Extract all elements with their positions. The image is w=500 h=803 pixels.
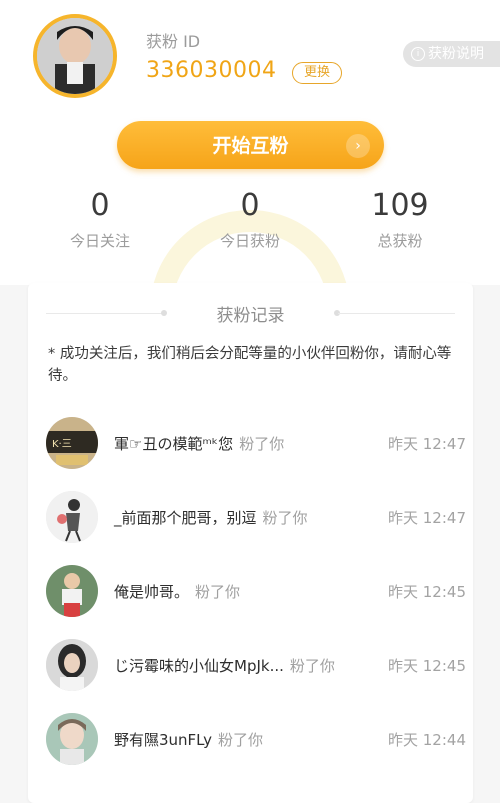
record-action: 粉了你 (218, 731, 264, 749)
record-text: 俺是帅哥。 粉了你 (114, 581, 240, 602)
record-action: 粉了你 (262, 509, 308, 527)
fan-id-value: 336030004 (146, 58, 277, 83)
avatar[interactable]: K·三 (46, 417, 98, 469)
avatar[interactable] (46, 491, 98, 543)
records-notice: * 成功关注后，我们稍后会分配等量的小伙伴回粉你，请耐心等待。 (48, 346, 452, 384)
record-text: じ污霉味的小仙女MpJk... 粉了你 (114, 655, 335, 676)
stat-value: 0 (90, 188, 110, 223)
record-action: 粉了你 (195, 583, 241, 601)
list-item[interactable]: 野有隰3unFLy 粉了你 昨天 12:44 (46, 709, 466, 769)
fan-id-label: 获粉 ID (146, 32, 201, 51)
user-name[interactable]: 野有隰3unFLy (114, 731, 212, 749)
change-id-button[interactable]: 更换 (292, 62, 342, 84)
stat-value: 109 (371, 188, 429, 223)
record-text: 野有隰3unFLy 粉了你 (114, 729, 263, 750)
svg-text:K·三: K·三 (52, 439, 72, 450)
record-text: _前面那个肥哥，别逗 粉了你 (114, 507, 308, 528)
start-button-label: 开始互粉 (212, 135, 289, 157)
info-icon: i (411, 47, 425, 61)
stat-label: 今日获粉 (219, 232, 280, 250)
avatar[interactable] (46, 565, 98, 617)
fan-records-card: 获粉记录 * 成功关注后，我们稍后会分配等量的小伙伴回粉你，请耐心等待。 K·三… (28, 283, 473, 803)
avatar[interactable] (46, 713, 98, 765)
record-action: 粉了你 (289, 657, 335, 675)
stat-total-fans: 109 总获粉 (335, 190, 465, 251)
record-time: 昨天 12:47 (388, 435, 466, 453)
list-item[interactable]: K·三 軍☞丑の模範ᵐᵏ您 粉了你 昨天 12:47 (46, 413, 466, 473)
chevron-right-icon: › (346, 134, 370, 158)
stat-label: 今日关注 (69, 232, 130, 250)
record-time: 昨天 12:45 (388, 583, 466, 601)
list-item[interactable]: 俺是帅哥。 粉了你 昨天 12:45 (46, 561, 466, 621)
record-action: 粉了你 (239, 435, 285, 453)
user-avatar[interactable] (33, 14, 117, 98)
user-name[interactable]: _前面那个肥哥，别逗 (114, 509, 257, 527)
list-item[interactable]: じ污霉味的小仙女MpJk... 粉了你 昨天 12:45 (46, 635, 466, 695)
record-text: 軍☞丑の模範ᵐᵏ您 粉了你 (114, 433, 284, 454)
avatar[interactable] (46, 639, 98, 691)
user-name[interactable]: じ污霉味的小仙女MpJk... (114, 657, 284, 675)
help-button[interactable]: i 获粉说明 (403, 41, 500, 67)
records-title-row: 获粉记录 (28, 301, 473, 326)
help-label: 获粉说明 (428, 46, 484, 62)
stat-today-fans: 0 今日获粉 (185, 190, 315, 251)
record-time: 昨天 12:45 (388, 657, 466, 675)
record-time: 昨天 12:44 (388, 731, 466, 749)
stat-label: 总获粉 (377, 232, 423, 250)
stat-today-follow: 0 今日关注 (35, 190, 165, 251)
user-name[interactable]: 俺是帅哥。 (114, 583, 189, 601)
user-name[interactable]: 軍☞丑の模範ᵐᵏ您 (114, 435, 233, 453)
avatar-image (37, 18, 113, 94)
stat-value: 0 (240, 188, 260, 223)
profile-header: 获粉 ID 336030004 更换 i 获粉说明 开始互粉 › 0 今日关注 0… (0, 0, 500, 410)
record-time: 昨天 12:47 (388, 509, 466, 527)
start-mutual-follow-button[interactable]: 开始互粉 › (117, 121, 384, 169)
records-title: 获粉记录 (216, 306, 285, 326)
list-item[interactable]: _前面那个肥哥，别逗 粉了你 昨天 12:47 (46, 487, 466, 547)
